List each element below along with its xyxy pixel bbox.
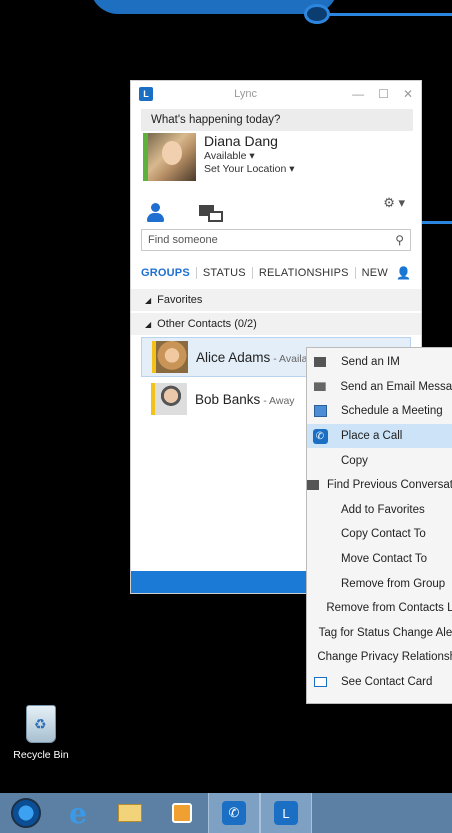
location-dropdown[interactable]: Set Your Location ▾ bbox=[204, 163, 295, 175]
calendar-icon bbox=[313, 405, 327, 418]
media-player-icon bbox=[172, 803, 192, 823]
email-icon bbox=[313, 382, 326, 392]
maximize-button[interactable]: ☐ bbox=[378, 87, 389, 101]
view-toolbar: ⚙ ▾ bbox=[131, 183, 421, 229]
contact-view-tabs: GROUPS STATUS RELATIONSHIPS NEW 👤 bbox=[141, 263, 411, 283]
tab-new[interactable]: NEW bbox=[356, 267, 394, 279]
phone-icon: ✆ bbox=[312, 428, 328, 444]
tab-status[interactable]: STATUS bbox=[197, 267, 253, 279]
contact-status: - Away bbox=[260, 394, 295, 407]
taskbar-lync[interactable]: L bbox=[260, 793, 312, 833]
chevron-down-icon: ▾ bbox=[289, 163, 295, 175]
lync-phone-icon: ✆ bbox=[222, 801, 246, 825]
taskbar: e ✆ L bbox=[0, 793, 452, 833]
window-title: Lync bbox=[234, 88, 257, 100]
tab-groups[interactable]: GROUPS bbox=[141, 267, 197, 279]
menu-item-copy[interactable]: Copy bbox=[307, 448, 452, 473]
menu-item-remove-from-contacts[interactable]: Remove from Contacts List bbox=[307, 596, 452, 621]
lync-logo-icon: L bbox=[139, 87, 153, 101]
menu-item-copy-contact-to[interactable]: Copy Contact To bbox=[307, 522, 452, 547]
taskbar-media-player[interactable] bbox=[156, 793, 208, 833]
lync-logo-icon: L bbox=[274, 801, 298, 825]
contact-context-menu: Send an IM Send an Email Message Schedul… bbox=[306, 347, 452, 704]
callout-dot-top bbox=[304, 4, 330, 24]
taskbar-file-explorer[interactable] bbox=[104, 793, 156, 833]
recycle-bin-label: Recycle Bin bbox=[13, 749, 69, 761]
menu-item-move-contact-to[interactable]: Move Contact To bbox=[307, 547, 452, 572]
search-box[interactable]: ⚲ bbox=[141, 229, 411, 251]
conversation-history-icon bbox=[307, 480, 319, 491]
menu-item-send-im[interactable]: Send an IM bbox=[307, 350, 452, 375]
menu-item-change-privacy[interactable]: Change Privacy Relationship bbox=[307, 645, 452, 670]
recycle-bin-shortcut[interactable]: Recycle Bin bbox=[10, 705, 72, 761]
menu-item-remove-from-group[interactable]: Remove from Group bbox=[307, 571, 452, 596]
menu-item-add-to-favorites[interactable]: Add to Favorites bbox=[307, 498, 452, 523]
recycle-bin-icon bbox=[26, 705, 56, 743]
taskbar-internet-explorer[interactable]: e bbox=[52, 793, 104, 833]
menu-item-see-contact-card[interactable]: See Contact Card bbox=[307, 670, 452, 695]
presence-status-dropdown[interactable]: Available ▾ bbox=[204, 150, 295, 162]
contacts-view-icon[interactable] bbox=[147, 203, 164, 223]
collapse-triangle-icon: ◢ bbox=[145, 319, 152, 329]
group-header-other-contacts[interactable]: ◢ Other Contacts (0/2) bbox=[131, 313, 421, 335]
menu-item-place-call[interactable]: ✆ Place a Call bbox=[307, 423, 452, 449]
minimize-button[interactable]: — bbox=[352, 87, 364, 101]
avatar bbox=[156, 341, 188, 373]
close-button[interactable]: ✕ bbox=[403, 87, 413, 101]
menu-item-schedule-meeting[interactable]: Schedule a Meeting bbox=[307, 399, 452, 424]
windows-logo-icon bbox=[11, 798, 41, 828]
options-gear-icon[interactable]: ⚙ ▾ bbox=[383, 195, 405, 211]
callout-line-top bbox=[328, 13, 452, 16]
menu-item-find-previous-conversations[interactable]: Find Previous Conversations bbox=[307, 473, 452, 498]
im-icon bbox=[314, 357, 326, 368]
contact-name: Bob Banks bbox=[195, 391, 261, 407]
my-avatar[interactable] bbox=[148, 133, 196, 181]
conversations-view-icon[interactable] bbox=[199, 205, 225, 223]
menu-item-send-email[interactable]: Send an Email Message bbox=[307, 375, 452, 400]
add-contact-icon[interactable]: 👤 bbox=[396, 266, 411, 280]
start-button[interactable] bbox=[0, 793, 52, 833]
title-bar: L Lync — ☐ ✕ bbox=[131, 81, 421, 107]
search-input[interactable] bbox=[148, 234, 396, 246]
group-header-favorites[interactable]: ◢ Favorites bbox=[131, 289, 421, 311]
folder-icon bbox=[118, 804, 142, 822]
contact-card-icon bbox=[313, 677, 327, 688]
my-info: Diana Dang Available ▾ Set Your Location… bbox=[143, 133, 411, 183]
my-name: Diana Dang bbox=[204, 133, 278, 149]
callout-banner bbox=[90, 0, 338, 14]
tab-relationships[interactable]: RELATIONSHIPS bbox=[253, 267, 356, 279]
menu-item-tag-status-change[interactable]: Tag for Status Change Alerts bbox=[307, 621, 452, 646]
contact-name: Alice Adams bbox=[196, 349, 271, 365]
search-icon[interactable]: ⚲ bbox=[395, 233, 404, 247]
taskbar-lync-call[interactable]: ✆ bbox=[208, 793, 260, 833]
collapse-triangle-icon: ◢ bbox=[145, 295, 152, 305]
avatar bbox=[155, 383, 187, 415]
internet-explorer-icon: e bbox=[69, 796, 87, 830]
whats-happening-input[interactable]: What's happening today? bbox=[141, 109, 413, 131]
chevron-down-icon: ▾ bbox=[249, 150, 255, 162]
